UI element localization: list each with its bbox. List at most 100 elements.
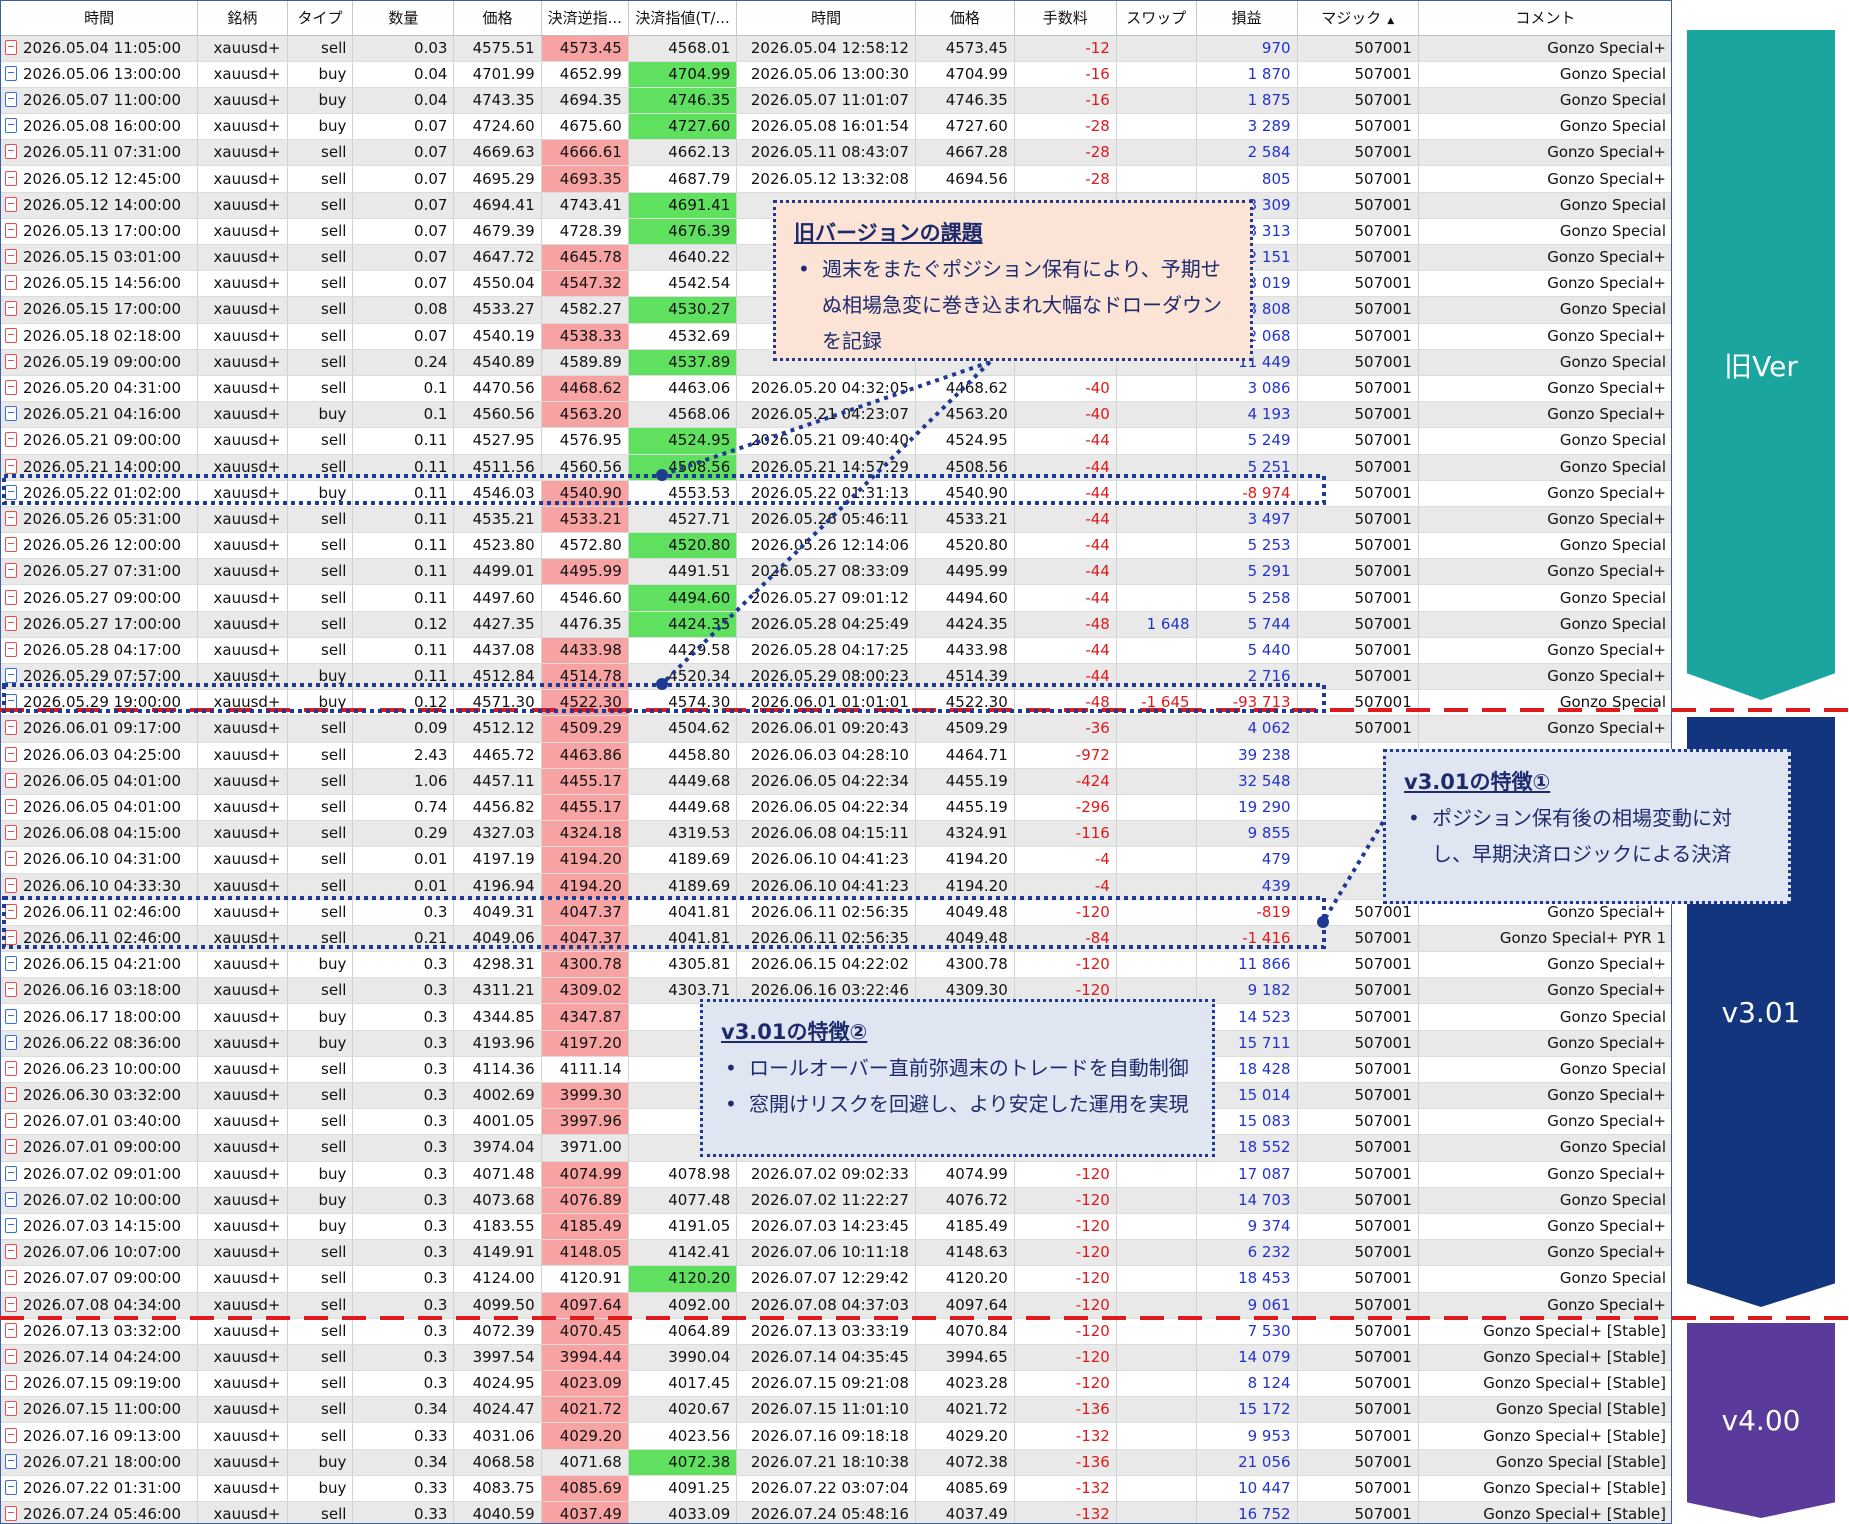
table-row[interactable]: 2026.07.03 14:15:00 xauusd+ buy 0.3 4183.55 4… <box>1 1213 1671 1241</box>
magic-cell: 507001 <box>1297 192 1419 219</box>
symbol-cell: xauusd+ <box>197 768 288 795</box>
table-row[interactable]: 2026.07.15 11:00:00 xauusd+ sell 0.34 4024.4… <box>1 1396 1671 1424</box>
table-row[interactable]: 2026.07.22 01:31:00 xauusd+ buy 0.33 4083.75… <box>1 1475 1671 1503</box>
symbol-cell: xauusd+ <box>197 296 288 324</box>
column-header-volume[interactable]: 数量 <box>352 1 455 36</box>
profit-cell: 16 752 <box>1196 1501 1298 1523</box>
table-row[interactable]: 2026.05.21 04:16:00 xauusd+ buy 0.1 4560.56 4… <box>1 401 1671 429</box>
volume-cell: 0.07 <box>352 165 455 193</box>
table-row[interactable]: 2026.05.22 01:02:00 xauusd+ buy 0.11 4546.03… <box>1 480 1671 507</box>
symbol-cell: xauusd+ <box>197 1213 288 1241</box>
table-row[interactable]: 2026.05.11 07:31:00 xauusd+ sell 0.07 4669.6… <box>1 139 1671 167</box>
sell-order-icon <box>5 327 17 343</box>
table-row[interactable]: 2026.07.16 09:13:00 xauusd+ sell 0.33 4031.0… <box>1 1422 1671 1450</box>
table-row[interactable]: 2026.05.29 07:57:00 xauusd+ buy 0.11 4512.84… <box>1 663 1671 691</box>
swap-cell <box>1116 532 1197 560</box>
commission-cell: -132 <box>1014 1422 1117 1450</box>
volume-cell: 0.09 <box>352 715 455 743</box>
sell-order-icon <box>5 589 17 605</box>
volume-cell: 0.33 <box>352 1501 455 1523</box>
column-header-open-price[interactable]: 価格 <box>453 1 542 36</box>
take-profit-cell: 4568.06 <box>628 401 738 429</box>
table-row[interactable]: 2026.05.21 09:00:00 xauusd+ sell 0.11 4527.9… <box>1 427 1671 455</box>
close-time-cell: 2026.05.12 13:32:08 <box>736 165 916 193</box>
column-header-swap[interactable]: スワップ <box>1116 1 1197 36</box>
table-row[interactable]: 2026.05.26 12:00:00 xauusd+ sell 0.11 4523.8… <box>1 532 1671 560</box>
column-header-profit[interactable]: 損益 <box>1196 1 1298 36</box>
table-row[interactable]: 2026.05.26 05:31:00 xauusd+ sell 0.11 4535.2… <box>1 506 1671 534</box>
table-row[interactable]: 2026.05.27 17:00:00 xauusd+ sell 0.12 4427.3… <box>1 611 1671 638</box>
table-row[interactable]: 2026.05.04 11:05:00 xauusd+ sell 0.03 4575.5… <box>1 35 1671 62</box>
commission-cell: -136 <box>1014 1449 1117 1476</box>
table-row[interactable]: 2026.05.29 19:00:00 xauusd+ buy 0.12 4571.30… <box>1 689 1671 717</box>
table-row[interactable]: 2026.05.12 12:45:00 xauusd+ sell 0.07 4695.2… <box>1 165 1671 193</box>
volume-cell: 0.01 <box>352 873 455 900</box>
table-row[interactable]: 2026.07.13 03:32:00 xauusd+ sell 0.3 4072.39… <box>1 1318 1671 1345</box>
table-row[interactable]: 2026.05.27 07:31:00 xauusd+ sell 0.11 4499.0… <box>1 558 1671 586</box>
symbol-cell: xauusd+ <box>197 1003 288 1031</box>
stop-loss-cell: 4120.91 <box>541 1265 629 1293</box>
sell-order-icon <box>5 353 17 369</box>
take-profit-cell: 4494.60 <box>628 584 738 612</box>
column-header-type[interactable]: タイプ <box>287 1 354 36</box>
profit-cell: 15 172 <box>1196 1396 1298 1424</box>
column-header-take-profit[interactable]: 決済指値(T/... <box>628 1 738 36</box>
commission-cell: -120 <box>1014 1161 1117 1188</box>
table-row[interactable]: 2026.07.21 18:00:00 xauusd+ buy 0.34 4068.58… <box>1 1449 1671 1476</box>
profit-cell: 10 447 <box>1196 1475 1298 1503</box>
close-price-cell: 4494.60 <box>915 584 1015 612</box>
type-cell: sell <box>287 35 354 62</box>
column-header-symbol[interactable]: 銘柄 <box>197 1 288 36</box>
column-header-close-price[interactable]: 価格 <box>915 1 1015 36</box>
profit-cell: 439 <box>1196 873 1298 900</box>
table-row[interactable]: 2026.07.08 04:34:00 xauusd+ sell 0.3 4099.50… <box>1 1292 1671 1319</box>
table-row[interactable]: 2026.07.14 04:24:00 xauusd+ sell 0.3 3997.54… <box>1 1344 1671 1372</box>
magic-cell: 507001 <box>1297 1370 1419 1398</box>
take-profit-cell: 4020.67 <box>628 1396 738 1424</box>
open-price-cell: 4511.56 <box>453 454 542 481</box>
table-row[interactable]: 2026.07.02 09:01:00 xauusd+ buy 0.3 4071.48 4… <box>1 1161 1671 1188</box>
table-row[interactable]: 2026.05.27 09:00:00 xauusd+ sell 0.11 4497.6… <box>1 584 1671 612</box>
table-row[interactable]: 2026.05.20 04:31:00 xauusd+ sell 0.1 4470.56… <box>1 375 1671 403</box>
close-time-cell: 2026.06.11 02:56:35 <box>736 899 916 926</box>
stop-loss-cell: 4047.37 <box>541 899 629 926</box>
type-cell: sell <box>287 270 354 298</box>
comment-cell: Gonzo Special+ <box>1418 139 1671 167</box>
table-row[interactable]: 2026.06.11 02:46:00 xauusd+ sell 0.21 4049.0… <box>1 925 1671 953</box>
column-header-magic[interactable]: マジック ▲ <box>1297 1 1419 36</box>
table-row[interactable]: 2026.05.21 14:00:00 xauusd+ sell 0.11 4511.5… <box>1 454 1671 481</box>
column-header-commission[interactable]: 手数料 <box>1014 1 1117 36</box>
symbol-cell: xauusd+ <box>197 1187 288 1214</box>
commission-cell: -12 <box>1014 35 1117 62</box>
table-row[interactable]: 2026.05.07 11:00:00 xauusd+ buy 0.04 4743.35… <box>1 87 1671 115</box>
volume-cell: 0.11 <box>352 637 455 665</box>
open-time-cell: 2026.06.16 03:18:00 <box>1 977 199 1005</box>
column-header-close-time[interactable]: 時間 <box>736 1 916 36</box>
column-header-open-time[interactable]: 時間 <box>1 1 199 36</box>
open-time-text: 2026.06.22 08:36:00 <box>23 1033 182 1052</box>
table-row[interactable]: 2026.05.28 04:17:00 xauusd+ sell 0.11 4437.0… <box>1 637 1671 665</box>
table-row[interactable]: 2026.07.24 05:46:00 xauusd+ sell 0.33 4040.5… <box>1 1501 1671 1523</box>
magic-cell: 507001 <box>1297 165 1419 193</box>
table-row[interactable]: 2026.05.06 13:00:00 xauusd+ buy 0.04 4701.99… <box>1 61 1671 88</box>
table-row[interactable]: 2026.07.06 10:07:00 xauusd+ sell 0.3 4149.91… <box>1 1239 1671 1267</box>
profit-cell: -1 416 <box>1196 925 1298 953</box>
callout-old-version-issue: 旧バージョンの課題 週末をまたぐポジション保有により、予期せぬ相場急変に巻き込ま… <box>773 200 1253 361</box>
table-row[interactable]: 2026.07.15 09:19:00 xauusd+ sell 0.3 4024.95… <box>1 1370 1671 1398</box>
table-row[interactable]: 2026.06.01 09:17:00 xauusd+ sell 0.09 4512.1… <box>1 715 1671 743</box>
close-time-cell: 2026.05.29 08:00:23 <box>736 663 916 691</box>
table-row[interactable]: 2026.05.08 16:00:00 xauusd+ buy 0.07 4724.60… <box>1 113 1671 141</box>
profit-cell: 8 124 <box>1196 1370 1298 1398</box>
table-row[interactable]: 2026.07.07 09:00:00 xauusd+ sell 0.3 4124.00… <box>1 1265 1671 1293</box>
close-price-cell: 4704.99 <box>915 61 1015 88</box>
table-row[interactable]: 2026.06.15 04:21:00 xauusd+ buy 0.3 4298.31 4… <box>1 951 1671 979</box>
column-header-stop-loss[interactable]: 決済逆指... <box>541 1 629 36</box>
comment-cell: Gonzo Special <box>1418 61 1671 88</box>
take-profit-cell: 4691.41 <box>628 192 738 219</box>
type-cell: sell <box>287 375 354 403</box>
column-header-comment[interactable]: コメント <box>1418 1 1671 36</box>
sell-order-icon <box>5 144 17 160</box>
swap-cell: -1 645 <box>1116 689 1197 717</box>
table-row[interactable]: 2026.07.02 10:00:00 xauusd+ buy 0.3 4073.68 4… <box>1 1187 1671 1214</box>
take-profit-cell: 4120.20 <box>628 1265 738 1293</box>
